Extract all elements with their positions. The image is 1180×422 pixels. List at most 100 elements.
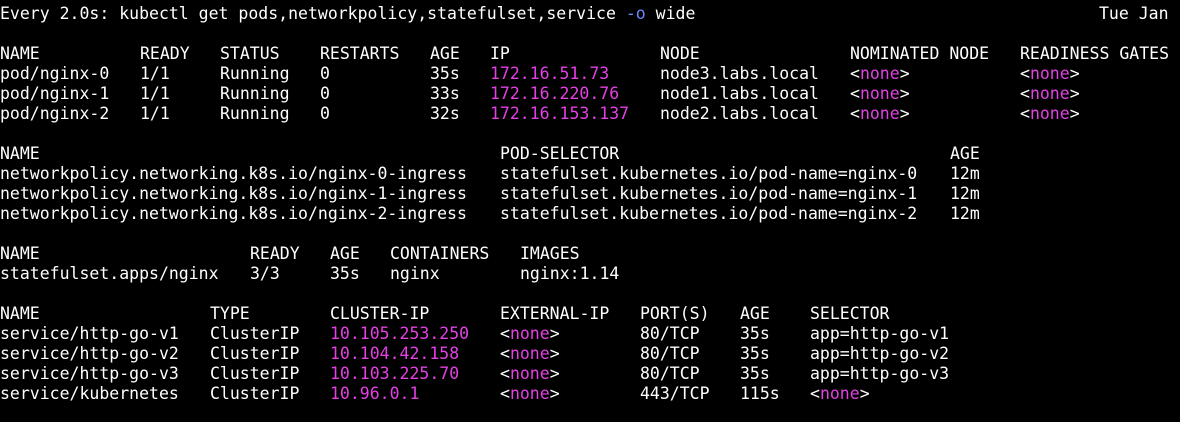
service-age: 35s [740, 364, 770, 383]
table-row: service/kubernetes ClusterIP 10.96.0.1 <… [0, 384, 1180, 404]
networkpolicy-age: 12m [950, 164, 980, 183]
service-selector-none: <none> [810, 384, 870, 403]
service-cluster-ip: 10.104.42.158 [330, 344, 460, 363]
service-cluster-ip: 10.105.253.250 [330, 324, 470, 343]
col-header: CLUSTER-IP [330, 304, 430, 323]
statefulset-images: nginx:1.14 [520, 264, 620, 283]
pod-selector: statefulset.kubernetes.io/pod-name=nginx… [500, 184, 918, 203]
readiness-gates-none: <none> [1020, 84, 1080, 103]
col-header: NAME [0, 44, 40, 63]
service-port: 80/TCP [640, 364, 700, 383]
pod-name: pod/nginx-1 [0, 84, 110, 103]
watch-command: Every 2.0s: kubectl get pods,networkpoli… [0, 4, 626, 23]
pod-node: node3.labs.local [660, 64, 819, 83]
table-row: pod/nginx-2 1/1 Running 0 32s 172.16.153… [0, 104, 1180, 124]
service-type: ClusterIP [210, 364, 300, 383]
statefulset-header-row: NAME READY AGE CONTAINERS IMAGES [0, 244, 1180, 264]
service-port: 80/TCP [640, 344, 700, 363]
service-type: ClusterIP [210, 344, 300, 363]
pod-name: pod/nginx-0 [0, 64, 110, 83]
pod-node: node2.labs.local [660, 104, 819, 123]
service-cluster-ip: 10.96.0.1 [330, 384, 420, 403]
service-cluster-ip: 10.103.225.70 [330, 364, 460, 383]
service-port: 80/TCP [640, 324, 700, 343]
col-header: NODE [660, 44, 700, 63]
col-header: IP [490, 44, 510, 63]
nominated-node-none: <none> [850, 84, 910, 103]
service-name: service/http-go-v3 [0, 364, 179, 383]
service-age: 35s [740, 344, 770, 363]
pod-age: 32s [430, 104, 460, 123]
col-header: TYPE [210, 304, 250, 323]
col-header: PORT(S) [640, 304, 710, 323]
watch-command-suffix: wide [645, 4, 696, 23]
external-ip-none: <none> [500, 364, 560, 383]
table-row: networkpolicy.networking.k8s.io/nginx-1-… [0, 184, 1180, 204]
pod-node: node1.labs.local [660, 84, 819, 103]
services-header-row: NAME TYPE CLUSTER-IP EXTERNAL-IP PORT(S)… [0, 304, 1180, 324]
external-ip-none: <none> [500, 344, 560, 363]
terminal-window[interactable]: Every 2.0s: kubectl get pods,networkpoli… [0, 0, 1180, 422]
nominated-node-none: <none> [850, 104, 910, 123]
watch-header: Every 2.0s: kubectl get pods,networkpoli… [0, 4, 1180, 24]
watch-date: Tue Jan [1099, 4, 1169, 23]
readiness-gates-none: <none> [1020, 64, 1080, 83]
col-header: RESTARTS [320, 44, 400, 63]
col-header: IMAGES [520, 244, 580, 263]
table-row: pod/nginx-0 1/1 Running 0 35s 172.16.51.… [0, 64, 1180, 84]
col-header: AGE [430, 44, 460, 63]
col-header: AGE [330, 244, 360, 263]
service-name: service/kubernetes [0, 384, 179, 403]
table-row: service/http-go-v3 ClusterIP 10.103.225.… [0, 364, 1180, 384]
service-type: ClusterIP [210, 324, 300, 343]
networkpolicy-header-row: NAME POD-SELECTOR AGE [0, 144, 1180, 164]
service-selector: app=http-go-v3 [810, 364, 950, 383]
readiness-gates-none: <none> [1020, 104, 1080, 123]
col-header: NOMINATED NODE [850, 44, 990, 63]
col-header: STATUS [220, 44, 280, 63]
networkpolicy-age: 12m [950, 184, 980, 203]
col-header: NAME [0, 144, 40, 163]
service-age: 115s [740, 384, 780, 403]
wide-flag: -o [625, 4, 646, 23]
col-header: SELECTOR [810, 304, 890, 323]
table-row: service/http-go-v1 ClusterIP 10.105.253.… [0, 324, 1180, 344]
external-ip-none: <none> [500, 384, 560, 403]
col-header: AGE [950, 144, 980, 163]
pod-ready: 1/1 [140, 84, 170, 103]
col-header: CONTAINERS [390, 244, 490, 263]
col-header: NAME [0, 244, 40, 263]
service-port: 443/TCP [640, 384, 710, 403]
col-header: READY [250, 244, 300, 263]
service-selector: app=http-go-v2 [810, 344, 950, 363]
col-header: POD-SELECTOR [500, 144, 620, 163]
service-selector: app=http-go-v1 [810, 324, 950, 343]
pod-status: Running [220, 104, 290, 123]
col-header: READINESS GATES [1020, 44, 1170, 63]
table-row: networkpolicy.networking.k8s.io/nginx-0-… [0, 164, 1180, 184]
pod-age: 35s [430, 64, 460, 83]
table-row: service/http-go-v2 ClusterIP 10.104.42.1… [0, 344, 1180, 364]
statefulset-ready: 3/3 [250, 264, 280, 283]
nominated-node-none: <none> [850, 64, 910, 83]
pod-restarts: 0 [320, 104, 330, 123]
service-name: service/http-go-v2 [0, 344, 179, 363]
table-row: pod/nginx-1 1/1 Running 0 33s 172.16.220… [0, 84, 1180, 104]
col-header: READY [140, 44, 190, 63]
external-ip-none: <none> [500, 324, 560, 343]
pod-name: pod/nginx-2 [0, 104, 110, 123]
col-header: NAME [0, 304, 40, 323]
pod-ip: 172.16.153.137 [490, 104, 630, 123]
service-name: service/http-go-v1 [0, 324, 179, 343]
pod-ip: 172.16.220.76 [490, 84, 620, 103]
table-row: statefulset.apps/nginx 3/3 35s nginx ngi… [0, 264, 1180, 284]
service-age: 35s [740, 324, 770, 343]
pod-restarts: 0 [320, 64, 330, 83]
col-header: AGE [740, 304, 770, 323]
pod-status: Running [220, 64, 290, 83]
statefulset-containers: nginx [390, 264, 440, 283]
networkpolicy-age: 12m [950, 204, 980, 223]
pod-age: 33s [430, 84, 460, 103]
networkpolicy-name: networkpolicy.networking.k8s.io/nginx-0-… [0, 164, 467, 183]
col-header: EXTERNAL-IP [500, 304, 610, 323]
